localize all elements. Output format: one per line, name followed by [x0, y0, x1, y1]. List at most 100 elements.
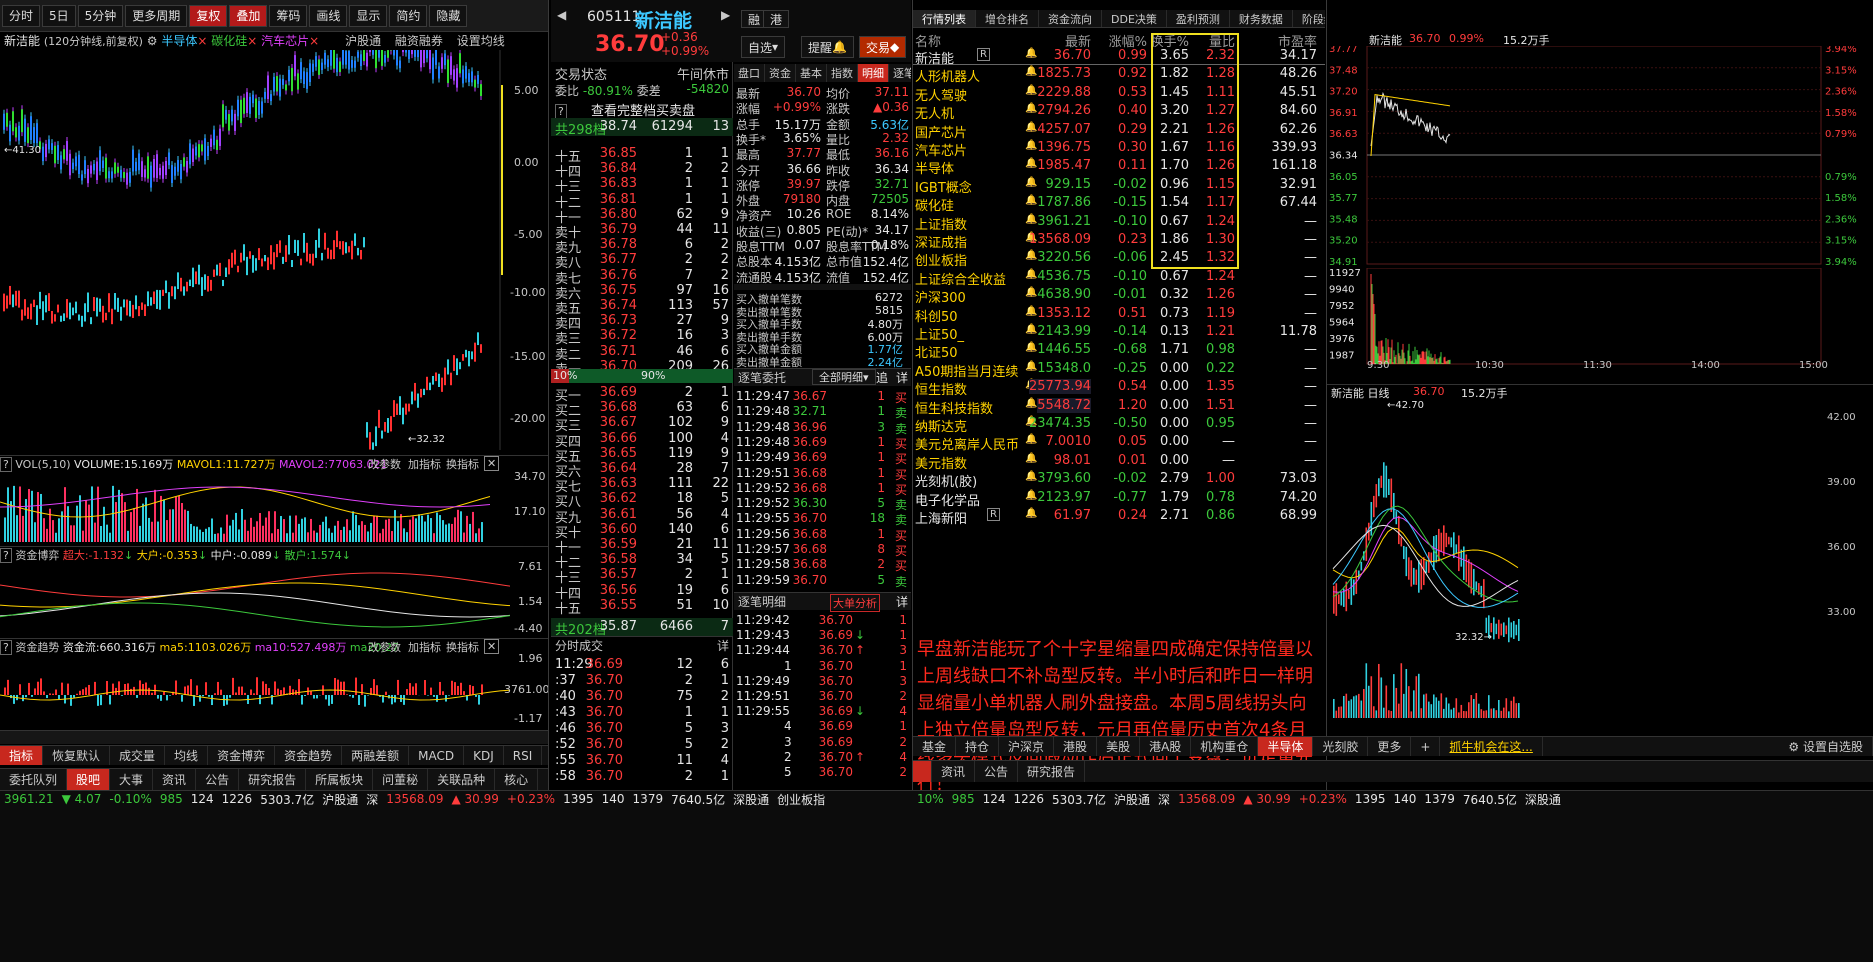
list-row[interactable]: 沪深300 🔔 4638.90 -0.01 0.32 1.26 —: [913, 286, 1325, 306]
list-tab[interactable]: 盈利预测: [1167, 10, 1230, 27]
prev-stock-icon[interactable]: ◀: [557, 8, 566, 22]
list-row[interactable]: 汽车芯片 🔔 1396.75 0.30 1.67 1.16 339.93: [913, 139, 1325, 159]
tab[interactable]: 研究报告: [239, 769, 307, 790]
bell-icon[interactable]: 🔔: [1025, 103, 1037, 114]
toolbar-button[interactable]: 显示: [349, 4, 388, 27]
details-detail-button[interactable]: 详: [896, 593, 908, 610]
list-row[interactable]: 深证成指 🔔 13568.09 0.23 1.86 1.30—: [913, 231, 1325, 251]
toolbar-button[interactable]: 5日: [42, 4, 76, 27]
list-row[interactable]: 无人驾驶 🔔 2229.88 0.53 1.45 1.11 45.51: [913, 84, 1325, 104]
close-icon[interactable]: ✕: [484, 639, 500, 654]
trend-add-indicator[interactable]: 加指标: [408, 639, 441, 655]
quote-tab[interactable]: 指数: [827, 64, 858, 82]
link-ma-setting[interactable]: 设置均线: [457, 34, 505, 48]
sector-tab[interactable]: 机构重仓: [1191, 737, 1259, 756]
tag-auto-chip[interactable]: 汽车芯片: [261, 34, 309, 48]
bell-icon[interactable]: 🔔: [1025, 122, 1037, 133]
tab[interactable]: 均线: [165, 746, 209, 765]
bell-icon[interactable]: 🔔: [1025, 342, 1037, 353]
list-row[interactable]: 创业板指 🔔 3220.56 -0.06 2.45 1.32—: [913, 249, 1325, 269]
link-hugutong[interactable]: 沪股通: [345, 34, 381, 48]
toolbar-button[interactable]: 更多周期: [125, 4, 188, 27]
full-book-button[interactable]: ? 查看完整档买卖盘: [551, 100, 733, 119]
list-row[interactable]: 新洁能 R 🔔 36.70 0.99 3.65 2.32 34.17: [913, 47, 1325, 67]
gear-icon[interactable]: ⚙: [147, 34, 158, 48]
watchlist-dropdown[interactable]: 自选 ▾: [741, 36, 786, 58]
toolbar-button[interactable]: 复权: [189, 4, 228, 27]
toolbar-button[interactable]: 隐藏: [429, 4, 468, 27]
tab[interactable]: RSI: [504, 746, 543, 765]
list-row[interactable]: 北证50 🔔 1446.55 -0.68 1.71 0.98 —: [913, 341, 1325, 361]
vol-add-indicator[interactable]: 加指标: [408, 456, 441, 472]
vol-swap-indicator[interactable]: 换指标: [446, 456, 479, 472]
bell-icon[interactable]: 🔔: [1025, 140, 1037, 151]
list-row[interactable]: 上证指数 🔔 3961.21 -0.10 0.67 1.24—: [913, 213, 1325, 233]
toolbar-button[interactable]: 筹码: [269, 4, 308, 27]
bell-icon[interactable]: 🔔: [1025, 508, 1037, 519]
orders-track-button[interactable]: 追: [876, 369, 888, 386]
tab[interactable]: 大事: [110, 769, 154, 790]
toolbar-button[interactable]: 简约: [389, 4, 428, 27]
help-icon[interactable]: ?: [0, 548, 12, 563]
tab[interactable]: 关联品种: [428, 769, 496, 790]
bell-icon[interactable]: 🔔: [1025, 158, 1037, 169]
bell-icon[interactable]: 🔔: [1025, 177, 1037, 188]
vol-change-param[interactable]: 改参数: [368, 456, 401, 472]
tab[interactable]: 恢复默认: [43, 746, 111, 765]
toolbar-button[interactable]: 画线: [309, 4, 348, 27]
bell-icon[interactable]: 🔔: [1025, 398, 1037, 409]
tab[interactable]: 公告: [196, 769, 240, 790]
tab[interactable]: KDJ: [464, 746, 504, 765]
list-tab[interactable]: 行情列表: [913, 10, 976, 27]
list-row[interactable]: 美元指数 🔔 98.01 0.01 0.00 — —: [913, 452, 1325, 472]
list-row[interactable]: 人形机器人 🔔 1825.73 0.92 1.82 1.28 48.26: [913, 65, 1325, 85]
bell-icon[interactable]: 🔔: [1025, 287, 1037, 298]
orders-detail-button[interactable]: 详: [896, 369, 908, 386]
list-row[interactable]: 恒生指数🔔25773.940.540.001.35—: [913, 378, 1325, 398]
tab[interactable]: 资金趋势: [275, 746, 343, 765]
bell-icon[interactable]: 🔔: [1025, 85, 1037, 96]
tab[interactable]: MACD: [409, 746, 465, 765]
tag-sic[interactable]: 碳化硅: [211, 34, 247, 48]
bell-icon[interactable]: 🔔: [1025, 214, 1037, 225]
bell-icon[interactable]: 🔔: [1025, 471, 1037, 482]
horizontal-scrollbar[interactable]: [0, 730, 548, 744]
list-tab[interactable]: 资金流向: [1039, 10, 1102, 27]
daily-chart[interactable]: ←42.7032.32→42.0039.0036.0033.00101112: [1327, 400, 1873, 720]
list-row[interactable]: 美元兑离岸人民币 🔔 7.0010 0.05 0.00 — —: [913, 433, 1325, 453]
tab[interactable]: 股吧: [67, 769, 111, 790]
hk-button[interactable]: 港: [763, 10, 790, 28]
tab[interactable]: 核心: [495, 769, 539, 790]
book-row[interactable]: 十五 36.55 51 10: [551, 597, 733, 617]
alert-button[interactable]: 提醒 🔔: [801, 36, 854, 58]
list-row[interactable]: 纳斯达克 🔔 23474.35 -0.50 0.00 0.95—: [913, 415, 1325, 435]
settings-link[interactable]: ⚙ 设置自选股: [1779, 737, 1873, 756]
bell-icon[interactable]: 🔔: [1025, 361, 1037, 372]
list-row[interactable]: 上证50_ 🔔 2143.99 -0.14 0.13 1.21 11.78: [913, 323, 1325, 343]
bell-icon[interactable]: 🔔: [1025, 453, 1037, 464]
list-row[interactable]: 上证综合全收益 🔔 4536.75 -0.10 0.67 1.24 —: [913, 268, 1325, 288]
next-stock-icon[interactable]: ▶: [721, 8, 730, 22]
list-row[interactable]: 光刻机(胶) 🔔 3793.60 -0.02 2.79 1.00 73.03: [913, 470, 1325, 490]
quote-tab[interactable]: 资金: [765, 64, 796, 82]
sector-tab[interactable]: 港A股: [1140, 737, 1192, 756]
quote-tab[interactable]: 逐笔: [889, 64, 911, 82]
bell-icon[interactable]: 🔔: [1025, 66, 1037, 77]
collapse-icon[interactable]: [913, 761, 932, 782]
list-tab[interactable]: 增仓排名: [976, 10, 1039, 27]
big-order-button[interactable]: 大单分析: [830, 594, 880, 612]
sector-tab[interactable]: 持仓: [956, 737, 1000, 756]
add-tab-icon[interactable]: +: [1411, 737, 1441, 756]
toolbar-button[interactable]: 分时: [2, 4, 41, 27]
info-tab[interactable]: 研究报告: [1018, 761, 1086, 782]
quote-tab[interactable]: 明细: [858, 64, 889, 82]
bell-icon[interactable]: 🔔: [1025, 490, 1037, 501]
orders-filter[interactable]: 全部明细 ▾: [812, 369, 876, 385]
bell-icon[interactable]: 🔔: [1025, 269, 1037, 280]
bell-icon[interactable]: 🔔: [1025, 434, 1037, 445]
tab[interactable]: 成交量: [110, 746, 166, 765]
ad-link[interactable]: 抓牛机会在这...: [1440, 737, 1543, 756]
list-tab[interactable]: 阶段统计: [1293, 10, 1325, 27]
sector-tab[interactable]: 基金: [913, 737, 957, 756]
list-row[interactable]: 无人机 🔔 2794.26 0.40 3.20 1.27 84.60: [913, 102, 1325, 122]
